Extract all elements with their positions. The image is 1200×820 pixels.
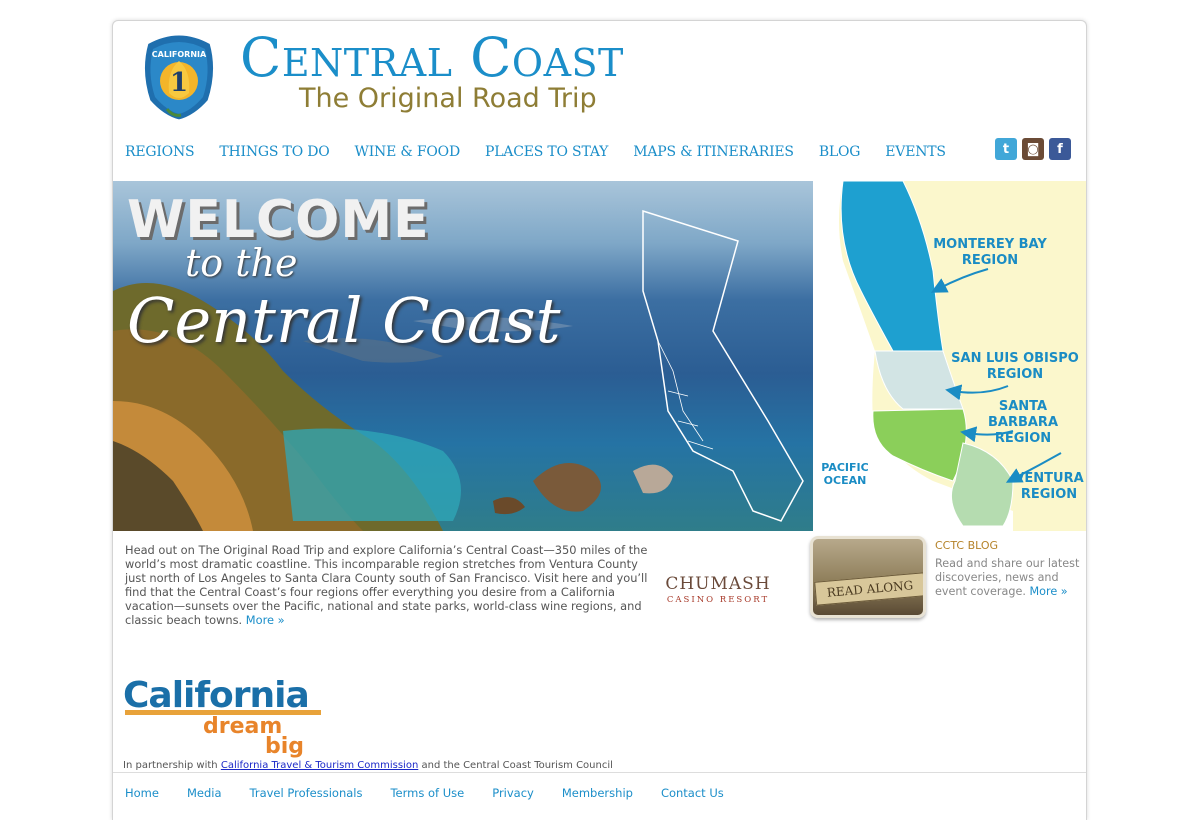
intro-paragraph: Head out on The Original Road Trip and e…	[125, 543, 650, 627]
partnership-line: In partnership with California Travel & …	[123, 760, 613, 771]
intro-text: Head out on The Original Road Trip and e…	[125, 543, 648, 627]
route-1-shield-icon[interactable]: CALIFORNIA 1	[139, 31, 219, 123]
footer-membership[interactable]: Membership	[562, 786, 633, 800]
region-map[interactable]: MONTEREY BAY REGION SAN LUIS OBISPO REGI…	[813, 181, 1086, 531]
nav-places-to-stay[interactable]: PLACES TO STAY	[485, 141, 608, 163]
read-along-banner: READ ALONG	[814, 572, 923, 606]
intro-more-link[interactable]: More »	[246, 613, 285, 627]
nav-things-to-do[interactable]: THINGS TO DO	[219, 141, 329, 163]
sponsor-name: CHUMASH	[665, 574, 771, 594]
badge-number: 1	[170, 68, 188, 98]
blog-description: Read and share our latest discoveries, n…	[935, 557, 1085, 599]
welcome-central-coast: Central Coast	[127, 284, 561, 357]
read-along-image[interactable]: READ ALONG	[810, 536, 926, 618]
footer-terms[interactable]: Terms of Use	[390, 786, 464, 800]
nav-wine-food[interactable]: WINE & FOOD	[355, 141, 461, 163]
footer-nav: Home Media Travel Professionals Terms of…	[125, 786, 752, 800]
sponsor-tagline: CASINO RESORT	[666, 595, 770, 605]
region-santa-barbara[interactable]: SANTA BARBARA REGION	[963, 399, 1083, 447]
region-monterey-bay[interactable]: MONTEREY BAY REGION	[925, 237, 1055, 269]
logo-big: big	[265, 734, 305, 759]
blog-more-link[interactable]: More »	[1029, 585, 1067, 598]
pacific-ocean-label: PACIFIC OCEAN	[821, 461, 869, 487]
footer-privacy[interactable]: Privacy	[492, 786, 534, 800]
blog-title[interactable]: CCTC BLOG	[935, 539, 1085, 553]
chumash-sponsor-logo[interactable]: CHUMASH CASINO RESORT	[665, 574, 771, 606]
footer-travel-professionals[interactable]: Travel Professionals	[250, 786, 363, 800]
site-subtitle: The Original Road Trip	[299, 83, 597, 114]
partnership-prefix: In partnership with	[123, 760, 218, 771]
facebook-icon[interactable]: f	[1049, 138, 1071, 160]
footer-media[interactable]: Media	[187, 786, 222, 800]
region-ventura[interactable]: VENTURA REGION	[1009, 471, 1086, 503]
partner-link-cttc[interactable]: California Travel & Tourism Commission	[221, 760, 418, 771]
california-dream-big-logo[interactable]: California dream big	[123, 676, 323, 761]
footer-contact[interactable]: Contact Us	[661, 786, 724, 800]
footer-divider	[113, 772, 1086, 773]
partnership-suffix: and the Central Coast Tourism Council	[421, 760, 613, 771]
nav-events[interactable]: EVENTS	[885, 141, 946, 163]
main-nav: REGIONS THINGS TO DO WINE & FOOD PLACES …	[125, 141, 971, 163]
twitter-icon[interactable]: t	[995, 138, 1017, 160]
region-san-luis-obispo[interactable]: SAN LUIS OBISPO REGION	[945, 351, 1085, 383]
site-title[interactable]: Central Coast	[240, 27, 624, 89]
instagram-icon[interactable]: ◙	[1022, 138, 1044, 160]
hero-banner[interactable]: WELCOME to the Central Coast	[113, 181, 813, 531]
nav-maps-itineraries[interactable]: MAPS & ITINERARIES	[633, 141, 794, 163]
nav-blog[interactable]: BLOG	[819, 141, 861, 163]
footer-home[interactable]: Home	[125, 786, 159, 800]
page-container: CALIFORNIA 1 Central Coast The Original …	[112, 20, 1087, 820]
blog-teaser: CCTC BLOG Read and share our latest disc…	[935, 539, 1085, 599]
badge-text: CALIFORNIA	[152, 50, 207, 59]
welcome-to-the: to the	[185, 241, 298, 285]
social-links: t ◙ f	[995, 138, 1071, 160]
nav-regions[interactable]: REGIONS	[125, 141, 195, 163]
